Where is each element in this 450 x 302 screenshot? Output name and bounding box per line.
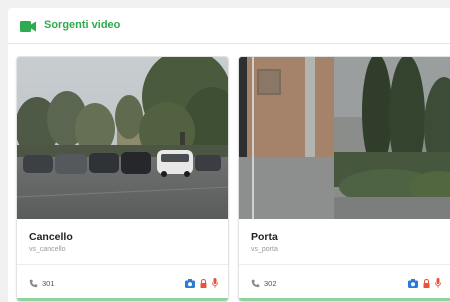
phone-icon <box>251 279 260 288</box>
card-divider <box>17 264 228 265</box>
source-name: Porta <box>251 231 278 243</box>
capability-icons <box>185 276 218 290</box>
status-bar <box>17 298 228 301</box>
capability-icons <box>408 276 441 290</box>
video-camera-icon <box>20 21 36 32</box>
video-sources-panel: Sorgenti video Cancello vs_cancello 301 … <box>8 8 450 302</box>
source-id: vs_porta <box>251 246 278 253</box>
phone-icon <box>29 279 38 288</box>
extension-number: 302 <box>264 279 277 288</box>
lock-icon <box>200 278 207 288</box>
lock-icon <box>423 278 430 288</box>
camera-preview-image[interactable] <box>239 57 450 219</box>
source-name: Cancello <box>29 231 73 243</box>
video-source-card[interactable]: Porta vs_porta 302 <box>238 56 450 302</box>
microphone-icon <box>435 278 441 288</box>
source-id: vs_cancello <box>29 246 66 253</box>
camera-icon <box>408 278 418 288</box>
card-divider <box>239 264 450 265</box>
status-bar <box>239 298 450 301</box>
video-source-card[interactable]: Cancello vs_cancello 301 <box>16 56 229 302</box>
panel-header: Sorgenti video <box>8 8 450 44</box>
microphone-icon <box>212 278 218 288</box>
camera-preview-image[interactable] <box>17 57 228 219</box>
camera-icon <box>185 278 195 288</box>
panel-title: Sorgenti video <box>44 19 121 31</box>
extension-number: 301 <box>42 279 55 288</box>
